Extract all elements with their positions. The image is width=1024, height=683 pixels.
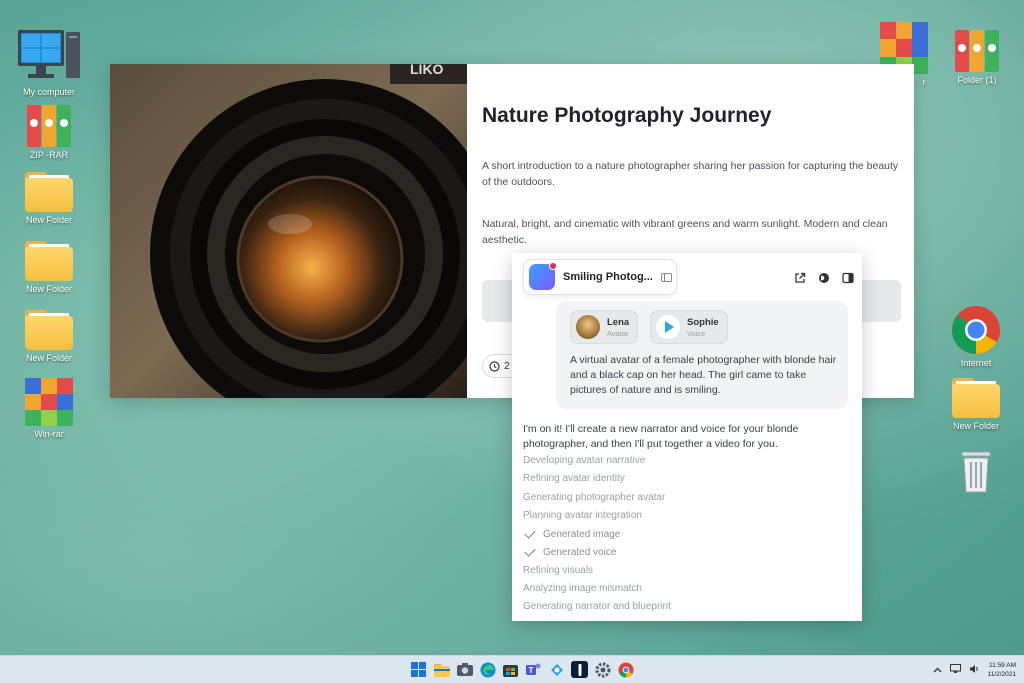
- project-title: Nature Photography Journey: [482, 104, 772, 127]
- winrar-icon: [25, 378, 73, 426]
- progress-step: Developing avatar narrative: [523, 455, 646, 466]
- desktop-icon-label: New Folder: [952, 421, 999, 431]
- desktop-icon-new-folder-2[interactable]: New Folder: [13, 241, 85, 294]
- chat-tab-title: Smiling Photog...: [563, 271, 653, 283]
- project-description: A short introduction to a nature photogr…: [482, 160, 899, 188]
- progress-step: Planning avatar integration: [523, 510, 642, 521]
- folder-icon: [25, 241, 73, 281]
- desktop-icon-internet[interactable]: Internet: [940, 305, 1012, 368]
- settings-icon[interactable]: [594, 661, 611, 678]
- camera-brand-text: LIKO: [410, 64, 444, 77]
- desktop-icon-label: My computer: [22, 87, 75, 97]
- notification-dot: [549, 262, 557, 270]
- avatar-chip[interactable]: Lena Avatar: [570, 310, 639, 344]
- folder-icon: [25, 172, 73, 212]
- duration-label: 2: [504, 360, 510, 372]
- desktop-icon-folder-1[interactable]: Folder (1): [941, 28, 1013, 85]
- desktop-icon-label: Folder (1): [957, 75, 997, 85]
- progress-step-done: Generated image: [523, 527, 621, 540]
- computer-icon: [18, 30, 80, 78]
- binder-icon: [953, 28, 1001, 72]
- desktop-icon-label: Internet: [960, 358, 992, 368]
- chip-type: Voice: [687, 328, 706, 338]
- user-message: Lena Avatar Sophie Voice A virtual avata…: [556, 301, 848, 409]
- desktop-icon-new-folder-1[interactable]: New Folder: [13, 172, 85, 225]
- progress-step: Refining avatar identity: [523, 473, 625, 484]
- avatar-thumbnail: [576, 315, 600, 339]
- teams-icon[interactable]: T: [525, 661, 542, 678]
- check-icon: [524, 527, 536, 539]
- progress-step-label: Generated voice: [543, 547, 617, 558]
- desktop-icon-label: New Folder: [25, 215, 72, 225]
- store-icon[interactable]: [502, 661, 519, 678]
- project-style: Natural, bright, and cinematic with vibr…: [482, 218, 888, 246]
- desktop-icon-win-rar[interactable]: Win-rar: [13, 378, 85, 439]
- volume-icon[interactable]: [969, 664, 980, 676]
- taskbar: T 11:59 AM 11/2/2021: [0, 655, 1024, 683]
- check-icon: [524, 545, 536, 557]
- play-icon[interactable]: [656, 315, 680, 339]
- desktop-icon-label: New Folder: [25, 353, 72, 363]
- progress-step: Generating narrator and blueprint: [523, 601, 671, 612]
- chat-panel: Smiling Photog... Lena Avatar Sophie Voi…: [512, 253, 862, 621]
- desktop-icon-zip-rar[interactable]: ZIP -RAR: [13, 103, 85, 160]
- voice-chip[interactable]: Sophie Voice: [650, 310, 728, 344]
- desktop-icon-new-folder-right[interactable]: New Folder: [940, 378, 1012, 431]
- desktop-icon-label: r: [922, 77, 926, 87]
- desktop-icon-new-folder-3[interactable]: New Folder: [13, 310, 85, 363]
- edge-icon[interactable]: [479, 661, 496, 678]
- camera-app-icon[interactable]: [456, 661, 473, 678]
- progress-step: Analyzing image mismatch: [523, 583, 642, 594]
- progress-step: Refining visuals: [523, 565, 594, 576]
- camera-lens-photo: LIKO: [110, 64, 500, 398]
- open-external-icon[interactable]: [794, 271, 806, 283]
- svg-text:T: T: [528, 666, 533, 675]
- network-icon[interactable]: [949, 664, 961, 676]
- desktop-icon-recycle-bin[interactable]: [940, 450, 1012, 494]
- desktop-icon-label: ZIP -RAR: [29, 150, 69, 160]
- chevron-up-icon[interactable]: [933, 665, 942, 675]
- clock-icon: [489, 360, 500, 372]
- photos-icon[interactable]: [548, 661, 565, 678]
- app-logo-icon: [529, 262, 557, 290]
- taskbar-apps: T: [410, 661, 634, 678]
- folder-icon: [25, 310, 73, 350]
- system-clock[interactable]: 11:59 AM 11/2/2021: [988, 661, 1016, 679]
- desktop-icon-label: Win-rar: [34, 429, 64, 439]
- chat-tab[interactable]: Smiling Photog...: [523, 259, 677, 295]
- user-message-text: A virtual avatar of a female photographe…: [570, 354, 837, 396]
- app-active-icon[interactable]: [571, 661, 588, 678]
- globe-icon[interactable]: [818, 271, 830, 283]
- progress-step-done: Generated voice: [523, 545, 617, 558]
- chrome-icon: [952, 306, 1000, 355]
- desktop-icon-label: New Folder: [25, 284, 72, 294]
- chrome-icon[interactable]: [617, 661, 634, 678]
- split-view-icon[interactable]: [842, 271, 854, 284]
- desktop-icon-my-computer[interactable]: My computer: [13, 28, 85, 97]
- sidebar-toggle-icon[interactable]: [660, 272, 672, 282]
- clock-date: 11/2/2021: [987, 671, 1016, 678]
- system-tray: 11:59 AM 11/2/2021: [933, 661, 1016, 679]
- file-explorer-icon[interactable]: [433, 661, 450, 678]
- clock-time: 11:59 AM: [989, 662, 1016, 669]
- chip-name: Sophie: [687, 316, 719, 328]
- chat-header-actions: [794, 271, 854, 284]
- progress-step-label: Generated image: [543, 529, 621, 540]
- recycle-bin-icon: [961, 451, 991, 493]
- windows-start-icon[interactable]: [410, 661, 427, 678]
- progress-step: Generating photographer avatar: [523, 492, 666, 503]
- chip-name: Lena: [607, 316, 630, 328]
- camera-lens-image: LIKO: [110, 64, 500, 398]
- folder-icon: [952, 378, 1000, 418]
- chip-type: Avatar: [607, 328, 629, 338]
- binder-icon: [25, 103, 73, 147]
- assistant-reply: I'm on it! I'll create a new narrator an…: [523, 423, 799, 450]
